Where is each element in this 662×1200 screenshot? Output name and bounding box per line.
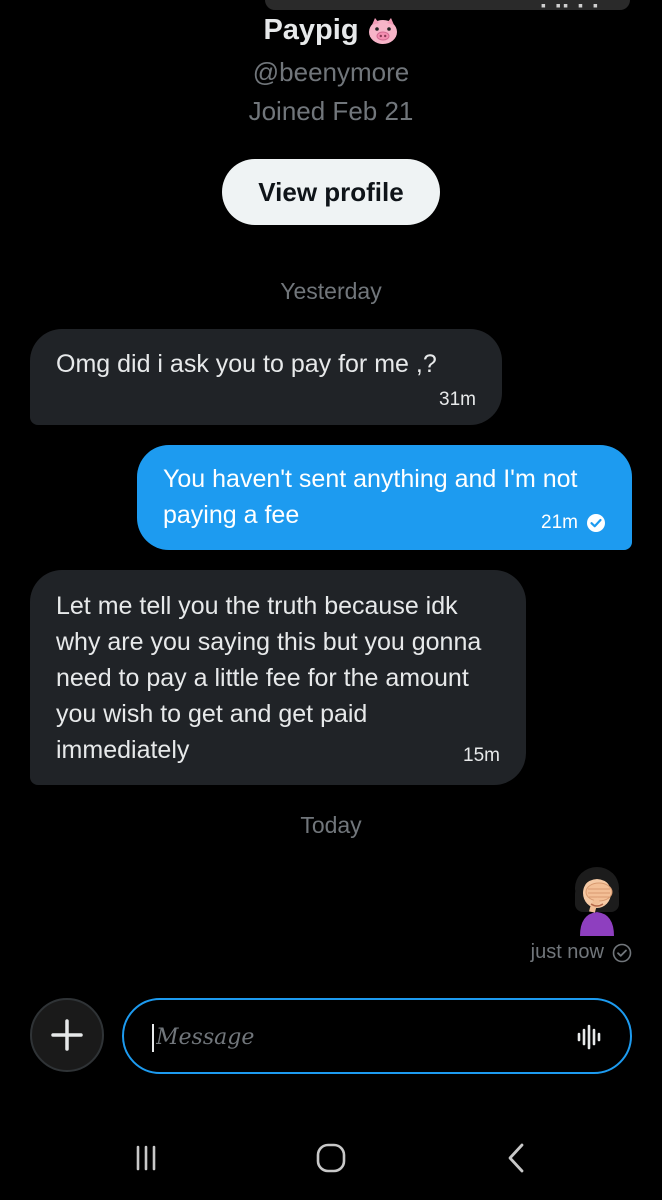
- display-name: Paypig: [263, 14, 359, 46]
- view-profile-button[interactable]: View profile: [222, 159, 440, 225]
- recents-button[interactable]: [126, 1138, 166, 1178]
- add-attachment-button[interactable]: [30, 998, 104, 1072]
- message-text: Let me tell you the truth because idk wh…: [56, 592, 482, 764]
- message-time: 21m: [541, 512, 578, 533]
- message-text: You haven't sent anything and I'm not pa…: [163, 465, 578, 529]
- home-button[interactable]: [311, 1138, 351, 1178]
- message-bubble-incoming[interactable]: Let me tell you the truth because idk wh…: [30, 570, 526, 785]
- joined-date: Joined Feb 21: [248, 96, 414, 126]
- day-separator-yesterday: Yesterday: [280, 278, 382, 304]
- top-cropped-strip: ▪ ▪▪ ▪ ▪: [265, 0, 630, 10]
- message-meta: 15m: [463, 745, 500, 767]
- pig-face-icon: [368, 17, 397, 44]
- emoji-message-meta: just now: [531, 941, 632, 964]
- message-bubble-incoming[interactable]: Omg did i ask you to pay for me ,? 31m: [30, 329, 502, 425]
- message-meta: 21m: [541, 512, 606, 534]
- message-time: 31m: [439, 389, 476, 410]
- home-icon: [316, 1143, 346, 1173]
- back-chevron-icon: [508, 1143, 524, 1173]
- message-time: 15m: [463, 745, 500, 766]
- check-circle-outline-icon: [612, 943, 632, 962]
- message-time: just now: [530, 941, 604, 963]
- name-row: Paypig: [0, 14, 662, 47]
- woman-facepalming-icon[interactable]: [566, 866, 628, 938]
- day-separator-today: Today: [300, 812, 362, 838]
- message-meta: 31m: [439, 389, 476, 411]
- plus-icon: [51, 1019, 83, 1051]
- message-bubble-outgoing[interactable]: You haven't sent anything and I'm not pa…: [137, 445, 632, 550]
- user-handle: @beenymore: [252, 57, 410, 87]
- system-navigation-bar: [0, 1118, 662, 1200]
- conversation-header: Paypig @beenymore Joined Feb 21: [0, 10, 662, 127]
- message-composer[interactable]: [122, 998, 632, 1074]
- message-text: Omg did i ask you to pay for me ,?: [56, 350, 437, 378]
- message-input[interactable]: [154, 1016, 558, 1058]
- check-circle-icon: [587, 514, 605, 532]
- recents-icon: [136, 1145, 156, 1171]
- waveform-icon[interactable]: [574, 1022, 604, 1052]
- back-button[interactable]: [497, 1138, 537, 1178]
